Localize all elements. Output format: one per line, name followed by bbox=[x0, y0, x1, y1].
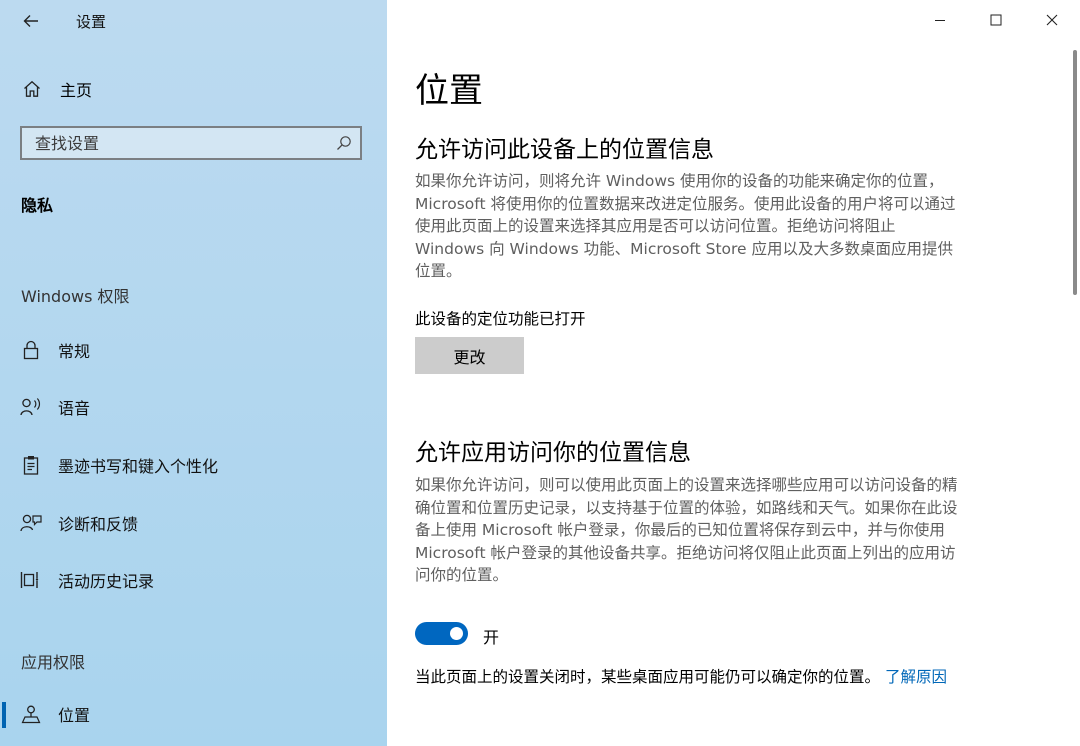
timeline-icon bbox=[20, 569, 42, 591]
app-title: 设置 bbox=[76, 13, 107, 31]
current-section-title: 隐私 bbox=[21, 196, 54, 215]
back-button[interactable] bbox=[14, 6, 48, 36]
scrollbar[interactable] bbox=[1073, 50, 1077, 295]
change-button[interactable]: 更改 bbox=[415, 337, 524, 374]
sidebar-item-general[interactable]: 常规 bbox=[0, 328, 387, 372]
titlebar-left: 设置 bbox=[0, 0, 387, 42]
toggle-knob bbox=[450, 627, 463, 640]
toggle-state-label: 开 bbox=[483, 628, 500, 647]
sidebar-item-label: 诊断和反馈 bbox=[58, 515, 139, 534]
sidebar-item-label: 常规 bbox=[58, 342, 91, 361]
sidebar-item-label: 位置 bbox=[58, 706, 91, 725]
search-icon[interactable] bbox=[336, 135, 352, 151]
note-text: 当此页面上的设置关闭时，某些桌面应用可能仍可以确定你的位置。 bbox=[415, 668, 881, 686]
group-label-app-permissions: 应用权限 bbox=[21, 653, 86, 672]
group-label-windows-permissions: Windows 权限 bbox=[21, 287, 130, 306]
desktop-apps-note: 当此页面上的设置关闭时，某些桌面应用可能仍可以确定你的位置。 了解原因 bbox=[415, 666, 960, 689]
sidebar: 设置 主页 隐私 Windows 权限 常规 bbox=[0, 0, 387, 746]
lock-icon bbox=[20, 339, 42, 361]
minimize-button[interactable] bbox=[912, 0, 968, 40]
content-pane: 位置 允许访问此设备上的位置信息 如果你允许访问，则将允许 Windows 使用… bbox=[387, 0, 1080, 746]
search-box[interactable] bbox=[20, 126, 362, 160]
close-icon bbox=[1046, 14, 1058, 26]
sidebar-item-label: 活动历史记录 bbox=[58, 572, 155, 591]
home-icon bbox=[22, 79, 42, 99]
app-location-toggle[interactable] bbox=[415, 622, 468, 645]
section-heading-device-location: 允许访问此设备上的位置信息 bbox=[415, 137, 714, 163]
window-controls bbox=[912, 0, 1080, 40]
learn-why-link[interactable]: 了解原因 bbox=[885, 668, 947, 686]
sidebar-item-speech[interactable]: 语音 bbox=[0, 385, 387, 429]
sidebar-item-label: 墨迹书写和键入个性化 bbox=[58, 457, 219, 476]
sidebar-item-label: 主页 bbox=[60, 81, 93, 100]
page-title: 位置 bbox=[415, 71, 483, 111]
clipboard-icon bbox=[20, 454, 42, 476]
speech-icon bbox=[20, 396, 42, 418]
minimize-icon bbox=[935, 20, 945, 21]
search-input[interactable] bbox=[22, 128, 325, 158]
sidebar-item-diagnostics[interactable]: 诊断和反馈 bbox=[0, 501, 387, 545]
section-description-device-location: 如果你允许访问，则将允许 Windows 使用你的设备的功能来确定你的位置，Mi… bbox=[415, 172, 956, 280]
feedback-icon bbox=[20, 512, 42, 534]
section-heading-app-location: 允许应用访问你的位置信息 bbox=[415, 440, 691, 466]
sidebar-item-activity-history[interactable]: 活动历史记录 bbox=[0, 558, 387, 602]
sidebar-item-label: 语音 bbox=[58, 399, 91, 418]
back-arrow-icon bbox=[23, 15, 38, 27]
section-description-app-location: 如果你允许访问，则可以使用此页面上的设置来选择哪些应用可以访问设备的精确位置和位… bbox=[415, 476, 958, 584]
maximize-icon bbox=[990, 14, 1002, 26]
location-icon bbox=[20, 703, 42, 725]
maximize-button[interactable] bbox=[968, 0, 1024, 40]
sidebar-item-home[interactable]: 主页 bbox=[0, 68, 387, 110]
sidebar-item-inking-typing[interactable]: 墨迹书写和键入个性化 bbox=[0, 443, 387, 487]
close-button[interactable] bbox=[1024, 0, 1080, 40]
sidebar-item-location[interactable]: 位置 bbox=[0, 692, 387, 736]
device-location-status: 此设备的定位功能已打开 bbox=[415, 310, 586, 328]
